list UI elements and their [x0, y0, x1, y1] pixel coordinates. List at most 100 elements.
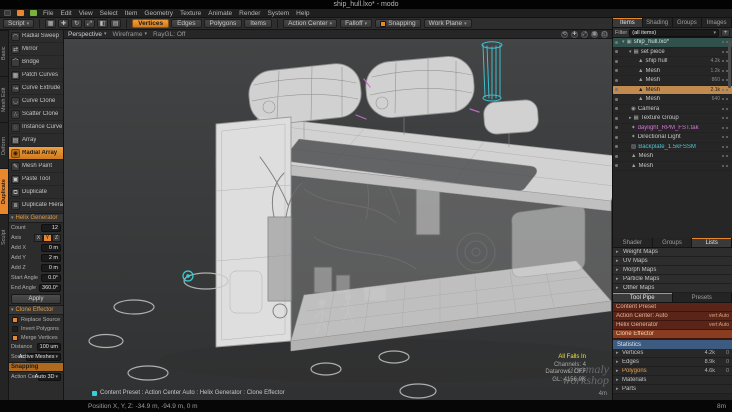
panel-tab[interactable]: Shading [642, 18, 673, 27]
selection-mode-button[interactable]: Polygons [203, 19, 243, 28]
add-item-button[interactable]: + [721, 28, 730, 37]
tool-pipe-row[interactable]: Action Center: Auto vert:Auto [613, 312, 732, 321]
toolbox-tab[interactable]: Mesh Edit [0, 76, 8, 122]
clone-effector-header[interactable]: ▾ Clone Effector [9, 305, 63, 315]
tool-button[interactable]: ↝ Curve Extrude [9, 82, 63, 95]
rotate-tool-icon[interactable]: ↻ [71, 19, 83, 28]
orbit-icon[interactable]: ⟲ [561, 30, 568, 38]
preset-orange-icon[interactable] [17, 10, 24, 16]
checkbox[interactable] [12, 334, 18, 341]
grid-toggle-icon[interactable]: ▦ [591, 30, 598, 38]
disclosure-triangle-icon[interactable]: ▸ [620, 115, 632, 121]
visibility-dot-icon[interactable] [615, 50, 618, 54]
disclosure-triangle-icon[interactable]: ▸ [616, 359, 620, 365]
statistics-row[interactable]: ▸ Edges 8.9k 0 [613, 358, 732, 367]
item-flags-icon[interactable] [722, 145, 729, 149]
value-input[interactable]: 360.0° [39, 284, 61, 292]
shade-mode-dropdown[interactable]: Wireframe ▾ [112, 31, 147, 38]
panel-tab[interactable]: Tool Pipe [613, 293, 673, 302]
raygl-toggle[interactable]: RayGL: Off [153, 31, 185, 38]
statistics-row[interactable]: ▸ Parts [613, 385, 732, 394]
tool-button[interactable]: ⧉ Duplicate [9, 186, 63, 199]
disclosure-triangle-icon[interactable]: ▸ [616, 276, 620, 282]
snapping-toggle[interactable]: Snapping [375, 19, 421, 28]
maximize-icon[interactable]: ◱ [601, 30, 608, 38]
value-input[interactable]: 2 m [41, 254, 61, 262]
tree-item[interactable]: ▲ Mesh [613, 162, 732, 171]
tool-button[interactable]: ▤ Array [9, 134, 63, 147]
selection-mode-button[interactable]: Items [244, 19, 273, 28]
menu-item[interactable]: Select [100, 9, 118, 18]
viewport-3d[interactable]: Perspective ▾ Wireframe ▾ RayGL: Off ⟲ ✚ ⤢… [64, 30, 612, 400]
tree-item[interactable]: ▲ Mesh 1.2k [613, 67, 732, 76]
action-center-dropdown-small[interactable]: Auto 3D ▾ [35, 373, 61, 381]
disclosure-triangle-icon[interactable]: ▸ [616, 386, 620, 392]
tool-button[interactable]: ∴ Scatter Clone [9, 108, 63, 121]
panel-tab[interactable]: Presets [672, 293, 732, 302]
toolbox-tab[interactable]: Duplicate [0, 168, 8, 214]
tool-pipe-row[interactable]: Helix Generator vert:Auto [613, 321, 732, 330]
falloff-dropdown[interactable]: Falloff ▾ [340, 19, 373, 28]
checkbox-row[interactable]: Invert Polygons [9, 324, 63, 333]
menu-item[interactable]: Item [125, 9, 138, 18]
statistics-row[interactable]: ▸ Polygons 4.6k 0 [613, 367, 732, 376]
menu-item[interactable]: View [79, 9, 93, 18]
menu-item[interactable]: Render [239, 9, 260, 18]
visibility-dot-icon[interactable] [615, 40, 618, 44]
item-flags-icon[interactable] [722, 116, 729, 120]
tree-item[interactable]: ▲ Mesh 2.1k [613, 85, 732, 95]
item-flags-icon[interactable] [722, 164, 729, 168]
tree-item[interactable]: ✦ daylight_RPM_FST.tak [613, 124, 732, 133]
app-menu-icon[interactable] [4, 10, 11, 16]
tool-button[interactable]: ⇄ Mirror [9, 43, 63, 56]
scale-tool-icon[interactable]: ⤢ [84, 19, 96, 28]
tree-item[interactable]: ▾ ▦ set piece [613, 48, 732, 57]
toolbox-tab[interactable]: Sculpt [0, 214, 8, 260]
tree-item[interactable]: ▾ ▣ ship_hull.lxo* [613, 38, 732, 48]
count-input[interactable]: 12 [41, 224, 61, 232]
tool-pipe-row[interactable]: Content Preset [613, 303, 732, 312]
helix-generator-header[interactable]: ▾ Helix Generator [9, 213, 63, 223]
axis-button[interactable]: Z [52, 234, 61, 242]
statistics-row[interactable]: ▸ Vertices 4.2k 0 [613, 349, 732, 358]
axis-button[interactable]: Y [43, 234, 52, 242]
value-input[interactable]: 100 um [36, 343, 61, 351]
menu-item[interactable]: Texture [180, 9, 201, 18]
value-input[interactable]: 0 m [41, 264, 61, 272]
disclosure-triangle-icon[interactable]: ▸ [616, 267, 620, 273]
tree-item[interactable]: ▲ Mesh 860 [613, 76, 732, 86]
tree-item[interactable]: ✦ Directional Light [613, 133, 732, 143]
tree-item[interactable]: ▨ Backplate_1.5kFSSM [613, 143, 732, 152]
visibility-dot-icon[interactable] [615, 88, 618, 92]
tree-item[interactable]: ◉ Camera [613, 105, 732, 114]
menu-item[interactable]: Help [296, 9, 309, 18]
disclosure-triangle-icon[interactable]: ▾ [620, 49, 632, 55]
list-item[interactable]: ▸ Morph Maps [613, 266, 732, 275]
tool-button[interactable]: ◌ Instance Curve [9, 121, 63, 134]
list-item[interactable]: ▸ Other Maps [613, 284, 732, 293]
menu-item[interactable]: Animate [208, 9, 232, 18]
toolbox-tab[interactable]: Basic [0, 30, 8, 76]
checkbox[interactable] [12, 316, 18, 323]
tree-scrollbar[interactable] [728, 40, 731, 88]
add-item-icon[interactable]: ✚ [58, 19, 70, 28]
checkbox[interactable] [12, 325, 18, 332]
item-flags-icon[interactable] [722, 126, 729, 130]
pan-icon[interactable]: ✚ [571, 30, 578, 38]
visibility-dot-icon[interactable] [615, 135, 618, 139]
panel-tab[interactable]: Groups [672, 18, 703, 27]
tree-item[interactable]: ▲ Mesh 640 [613, 95, 732, 105]
disclosure-triangle-icon[interactable]: ▸ [616, 258, 620, 264]
selection-mode-button[interactable]: Edges [171, 19, 202, 28]
checkbox-row[interactable]: Replace Source [9, 315, 63, 324]
tool-pipe-row[interactable]: Clone Effector [613, 330, 732, 339]
toolbox-tab[interactable]: Deform [0, 122, 8, 168]
item-flags-icon[interactable] [722, 97, 729, 101]
visibility-dot-icon[interactable] [615, 69, 618, 73]
disclosure-triangle-icon[interactable]: ▸ [616, 285, 620, 291]
view-type-dropdown[interactable]: Perspective ▾ [68, 31, 106, 38]
visibility-dot-icon[interactable] [615, 145, 618, 149]
tool-button[interactable]: ✎ Mesh Paint [9, 160, 63, 173]
tool-button[interactable]: ⧈ Duplicate Hierarchy [9, 199, 63, 212]
layout-grid-icon[interactable]: ▦ [45, 19, 57, 28]
